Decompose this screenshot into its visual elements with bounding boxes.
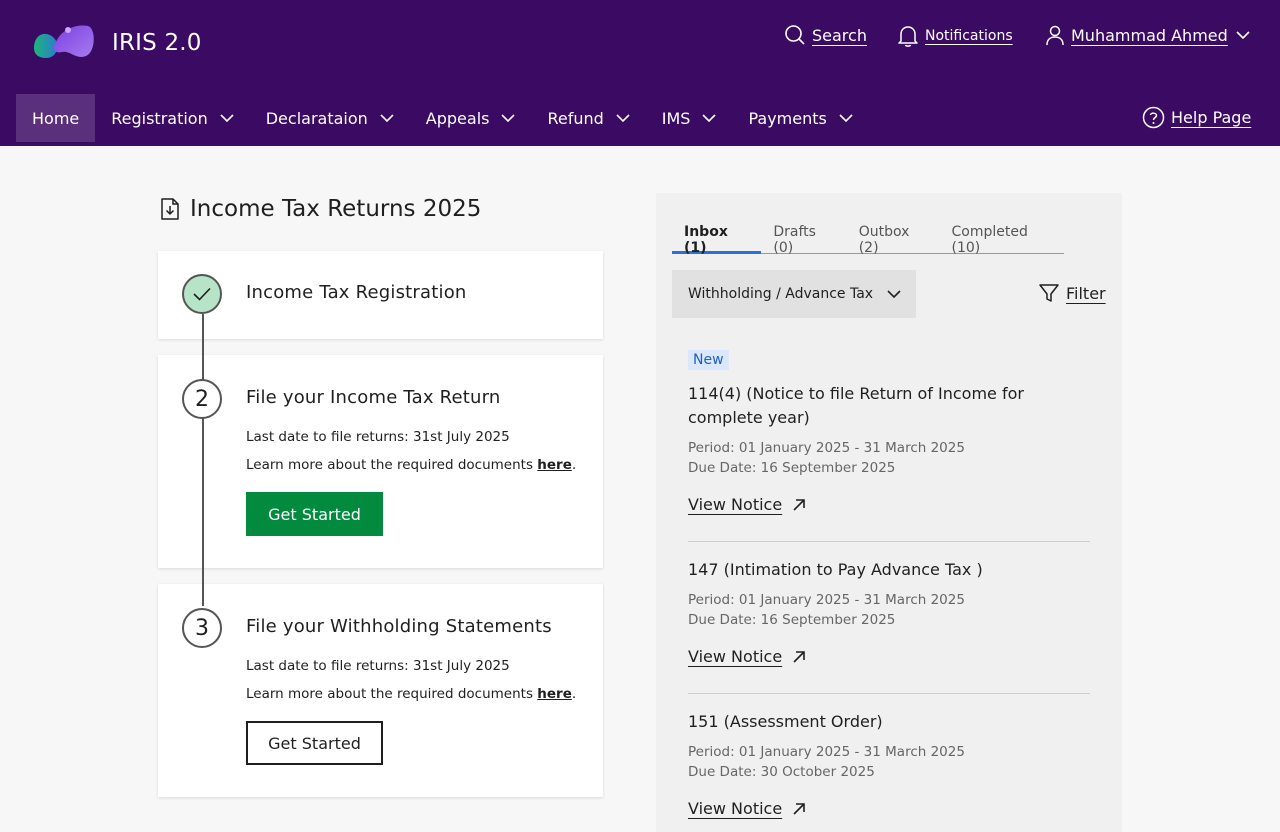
new-badge: New bbox=[688, 350, 729, 370]
chevron-down-icon bbox=[380, 114, 394, 123]
nav-item-label: Registration bbox=[111, 108, 208, 128]
user-menu[interactable]: Muhammad Ahmed bbox=[1045, 24, 1250, 46]
check-icon bbox=[193, 287, 211, 301]
filter-label: Filter bbox=[1066, 283, 1106, 303]
chevron-down-icon bbox=[220, 114, 234, 123]
nav-item-ims[interactable]: IMS bbox=[646, 94, 733, 142]
chevron-down-icon bbox=[887, 290, 901, 299]
search-label: Search bbox=[812, 25, 867, 45]
nav-item-label: Refund bbox=[547, 108, 604, 128]
notice-title: 151 (Assessment Order) bbox=[688, 712, 883, 731]
arrow-up-right-icon bbox=[793, 802, 805, 815]
view-notice-label: View Notice bbox=[688, 495, 783, 514]
view-notice-link[interactable]: View Notice bbox=[688, 495, 806, 514]
nav-item-refund[interactable]: Refund bbox=[531, 94, 645, 142]
timeline-line bbox=[202, 314, 204, 606]
notice-divider bbox=[688, 693, 1090, 694]
filter-icon bbox=[1039, 284, 1059, 302]
tab-inbox[interactable]: Inbox (1) bbox=[672, 220, 762, 256]
chevron-down-icon bbox=[616, 114, 630, 123]
filter-button[interactable]: Filter bbox=[1038, 282, 1106, 304]
chevron-down-icon bbox=[501, 114, 516, 123]
step-number: 3 bbox=[182, 608, 222, 648]
here-link[interactable]: here bbox=[537, 686, 572, 702]
here-link[interactable]: here bbox=[537, 457, 572, 473]
step-title: File your Income Tax Return bbox=[246, 387, 501, 408]
help-page-link[interactable]: Help Page bbox=[1142, 106, 1251, 129]
document-download-icon bbox=[161, 198, 179, 220]
nav-item-payments[interactable]: Payments bbox=[732, 94, 868, 142]
tab-outbox[interactable]: Outbox (2) bbox=[847, 220, 940, 256]
step-learn-more: Learn more about the required documents … bbox=[246, 686, 576, 702]
notifications-label: Notifications bbox=[925, 28, 1013, 44]
app-title: IRIS 2.0 bbox=[112, 30, 202, 56]
dropdown-value: Withholding / Advance Tax bbox=[688, 286, 874, 302]
page-title: Income Tax Returns 2025 bbox=[190, 196, 482, 222]
learn-more-suffix: . bbox=[571, 457, 577, 473]
notice-period: Period: 01 January 2025 - 31 March 2025 bbox=[688, 440, 965, 456]
nav-item-home[interactable]: Home bbox=[16, 94, 96, 142]
nav-item-registration[interactable]: Registration bbox=[95, 94, 249, 142]
step-deadline: Last date to file returns: 31st July 202… bbox=[246, 429, 510, 445]
main-nav: Home Registration Declarataion Appeals R… bbox=[16, 94, 869, 142]
notice-title: 114(4) (Notice to file Return of Income … bbox=[688, 384, 1024, 427]
learn-more-suffix: . bbox=[571, 686, 577, 702]
search-icon bbox=[785, 25, 805, 45]
learn-more-text: Learn more about the required documents bbox=[246, 686, 538, 702]
tab-completed[interactable]: Completed (10) bbox=[940, 220, 1064, 256]
nav-item-label: Appeals bbox=[425, 108, 490, 128]
step-learn-more: Learn more about the required documents … bbox=[246, 457, 576, 473]
get-started-button[interactable]: Get Started bbox=[246, 492, 383, 536]
notice-due-date: Due Date: 30 October 2025 bbox=[688, 764, 875, 780]
chevron-down-icon bbox=[1236, 31, 1250, 40]
nav-item-label: Declarataion bbox=[265, 108, 368, 128]
notice-title: 147 (Intimation to Pay Advance Tax ) bbox=[688, 560, 983, 579]
category-dropdown[interactable]: Withholding / Advance Tax bbox=[672, 270, 916, 318]
tab-drafts[interactable]: Drafts (0) bbox=[761, 220, 846, 256]
section-title: Income Tax Returns 2025 bbox=[160, 196, 481, 222]
nav-item-label: Home bbox=[32, 108, 80, 128]
chevron-down-icon bbox=[839, 114, 853, 123]
notice-due-date: Due Date: 16 September 2025 bbox=[688, 460, 896, 476]
notice-due-date: Due Date: 16 September 2025 bbox=[688, 612, 896, 628]
step-deadline: Last date to file returns: 31st July 202… bbox=[246, 658, 510, 674]
nav-item-declaration[interactable]: Declarataion bbox=[250, 94, 410, 142]
arrow-up-right-icon bbox=[793, 498, 805, 511]
iris-logo[interactable] bbox=[32, 22, 96, 62]
step-title: Income Tax Registration bbox=[246, 282, 467, 303]
top-header: IRIS 2.0 Search Notifications Muhammad A… bbox=[0, 0, 1280, 146]
chevron-down-icon bbox=[702, 114, 717, 123]
notifications-link[interactable]: Notifications bbox=[897, 24, 1013, 48]
nav-item-label: IMS bbox=[661, 108, 691, 128]
get-started-button[interactable]: Get Started bbox=[246, 721, 383, 765]
arrow-up-right-icon bbox=[793, 650, 805, 663]
inbox-tabs: Inbox (1) Drafts (0) Outbox (2) Complete… bbox=[672, 220, 1064, 256]
bell-icon bbox=[898, 26, 918, 47]
view-notice-label: View Notice bbox=[688, 799, 783, 818]
notice-period: Period: 01 January 2025 - 31 March 2025 bbox=[688, 592, 965, 608]
help-circle-icon bbox=[1142, 106, 1165, 129]
step-1-done-circle bbox=[182, 274, 222, 314]
view-notice-link[interactable]: View Notice bbox=[688, 799, 806, 818]
notice-divider bbox=[688, 541, 1090, 542]
view-notice-label: View Notice bbox=[688, 647, 783, 666]
user-icon bbox=[1046, 25, 1064, 46]
nav-item-appeals[interactable]: Appeals bbox=[410, 94, 532, 142]
view-notice-link[interactable]: View Notice bbox=[688, 647, 806, 666]
user-name: Muhammad Ahmed bbox=[1071, 25, 1228, 45]
help-label: Help Page bbox=[1171, 108, 1252, 127]
search-link[interactable]: Search bbox=[784, 24, 867, 46]
nav-item-label: Payments bbox=[748, 108, 827, 128]
step-number: 2 bbox=[182, 379, 222, 419]
notice-period: Period: 01 January 2025 - 31 March 2025 bbox=[688, 744, 965, 760]
learn-more-text: Learn more about the required documents bbox=[246, 457, 538, 473]
step-title: File your Withholding Statements bbox=[246, 616, 552, 637]
